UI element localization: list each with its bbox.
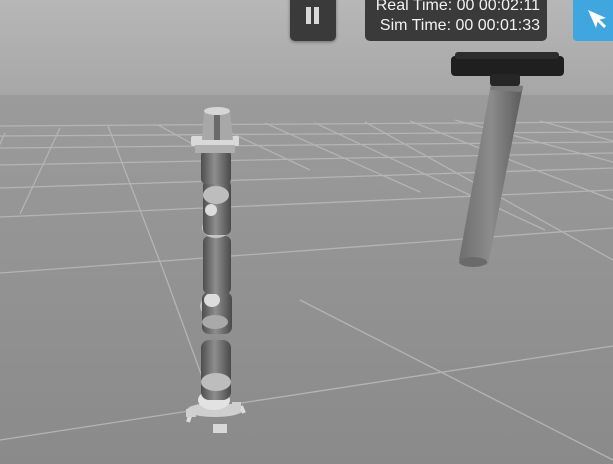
simulation-viewport[interactable] (0, 0, 613, 464)
sim-time-row: Sim Time: 00 00:01:33 (365, 16, 540, 36)
time-display: Real Time: 00 00:02:11 Sim Time: 00 00:0… (365, 0, 547, 41)
real-time-label: Real Time: (375, 0, 453, 14)
ground-plane (0, 95, 613, 464)
arrow-cursor-icon (588, 10, 607, 29)
pause-button[interactable] (290, 0, 336, 41)
sim-time-label: Sim Time: (379, 17, 452, 34)
pause-icon (306, 7, 311, 24)
real-time-value: 00 00:02:11 (456, 0, 540, 14)
select-mode-button[interactable] (573, 0, 613, 41)
real-time-row: Real Time: 00 00:02:11 (365, 0, 540, 16)
sim-time-value: 00 00:01:33 (455, 17, 540, 34)
